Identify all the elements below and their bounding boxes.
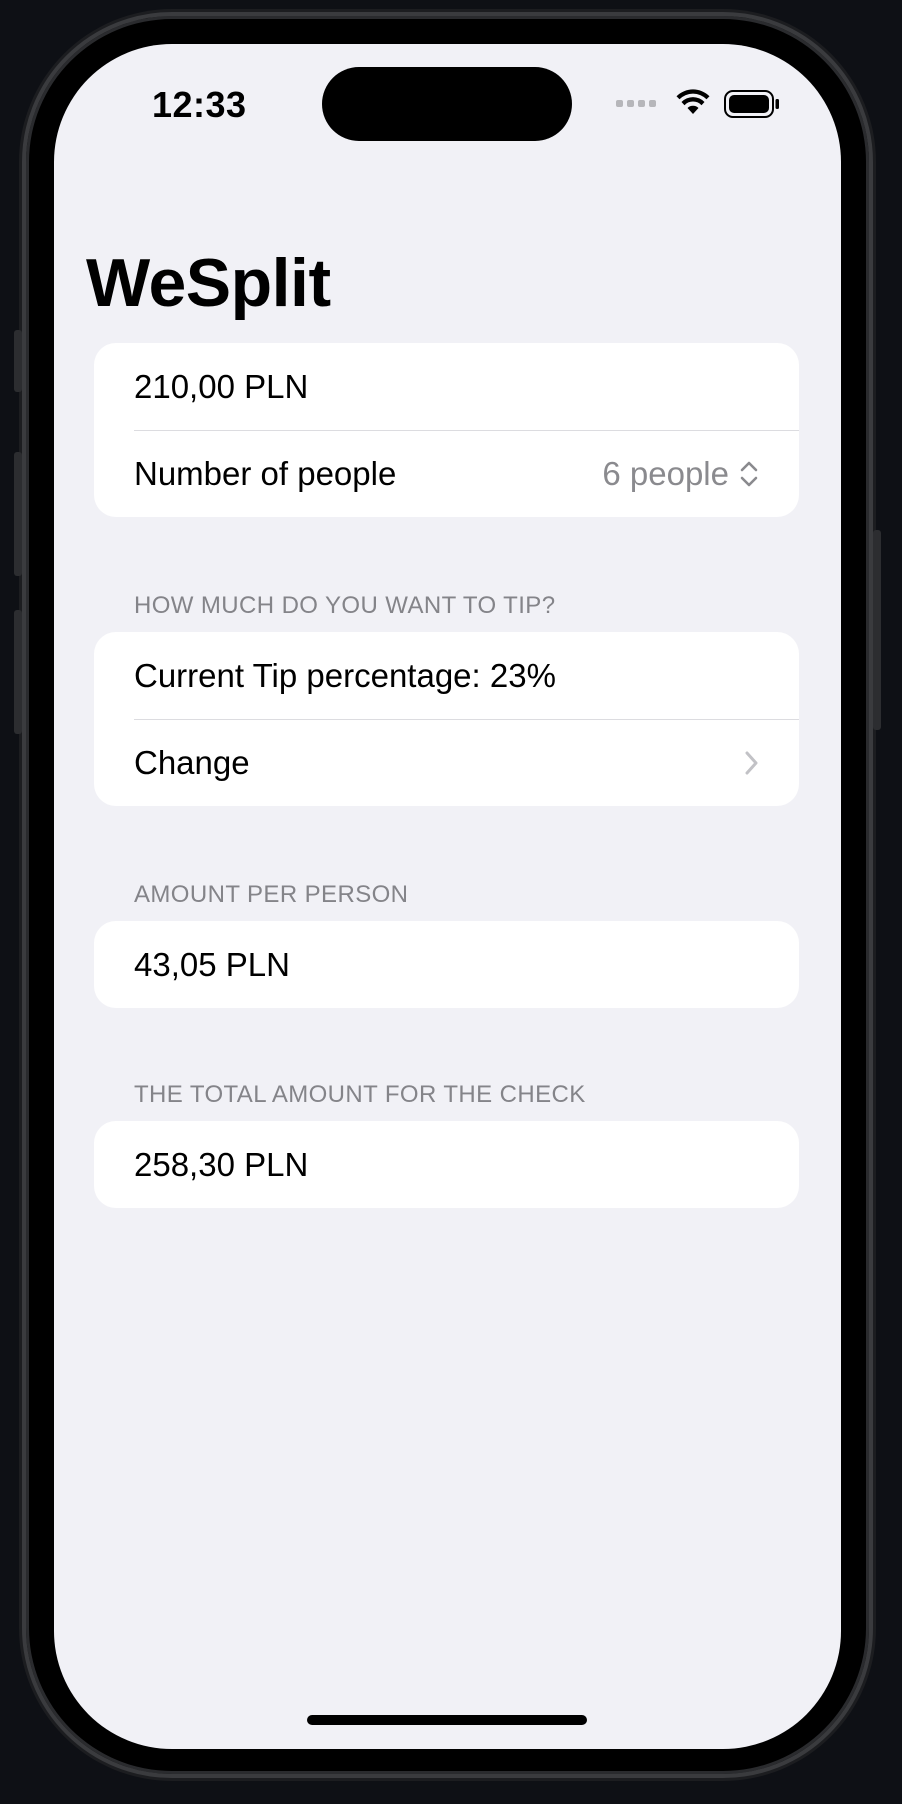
app-screen: 12:33 WeSplit 210,00 PLN Number of peopl…	[54, 44, 841, 1749]
tip-section-card: Current Tip percentage: 23% Change	[94, 632, 799, 806]
total-card: 258,30 PLN	[94, 1121, 799, 1208]
tip-section-header: HOW MUCH DO YOU WANT TO TIP?	[134, 592, 556, 619]
per-person-row: 43,05 PLN	[94, 921, 799, 1008]
signal-icon	[616, 100, 656, 107]
number-of-people-picker[interactable]: Number of people 6 people	[94, 430, 799, 517]
amount-value: 210,00 PLN	[134, 367, 309, 405]
power-button	[873, 530, 881, 730]
total-value: 258,30 PLN	[134, 1145, 309, 1183]
per-person-value: 43,05 PLN	[134, 945, 290, 983]
change-tip-label: Change	[134, 743, 250, 781]
total-section-header: THE TOTAL AMOUNT FOR THE CHECK	[134, 1081, 586, 1108]
current-tip-row: Current Tip percentage: 23%	[94, 632, 799, 719]
dynamic-island	[322, 67, 572, 141]
up-down-chevron-icon	[740, 461, 758, 486]
number-of-people-value-container: 6 people	[602, 455, 759, 493]
input-section-card: 210,00 PLN Number of people 6 people	[94, 343, 799, 517]
per-person-card: 43,05 PLN	[94, 921, 799, 1008]
number-of-people-label: Number of people	[134, 454, 397, 492]
page-title: WeSplit	[86, 245, 331, 321]
volume-down-button	[14, 610, 22, 734]
current-tip-text: Current Tip percentage: 23%	[134, 656, 556, 694]
wifi-icon	[676, 89, 710, 114]
home-indicator[interactable]	[307, 1715, 587, 1725]
amount-field[interactable]: 210,00 PLN	[94, 343, 799, 430]
action-button	[14, 330, 22, 392]
chevron-right-icon	[743, 749, 759, 777]
volume-up-button	[14, 452, 22, 576]
total-row: 258,30 PLN	[94, 1121, 799, 1208]
per-person-section-header: AMOUNT PER PERSON	[134, 881, 409, 908]
number-of-people-value: 6 people	[602, 454, 729, 492]
change-tip-link[interactable]: Change	[94, 719, 799, 806]
battery-icon	[724, 90, 779, 118]
status-time: 12:33	[152, 84, 247, 125]
